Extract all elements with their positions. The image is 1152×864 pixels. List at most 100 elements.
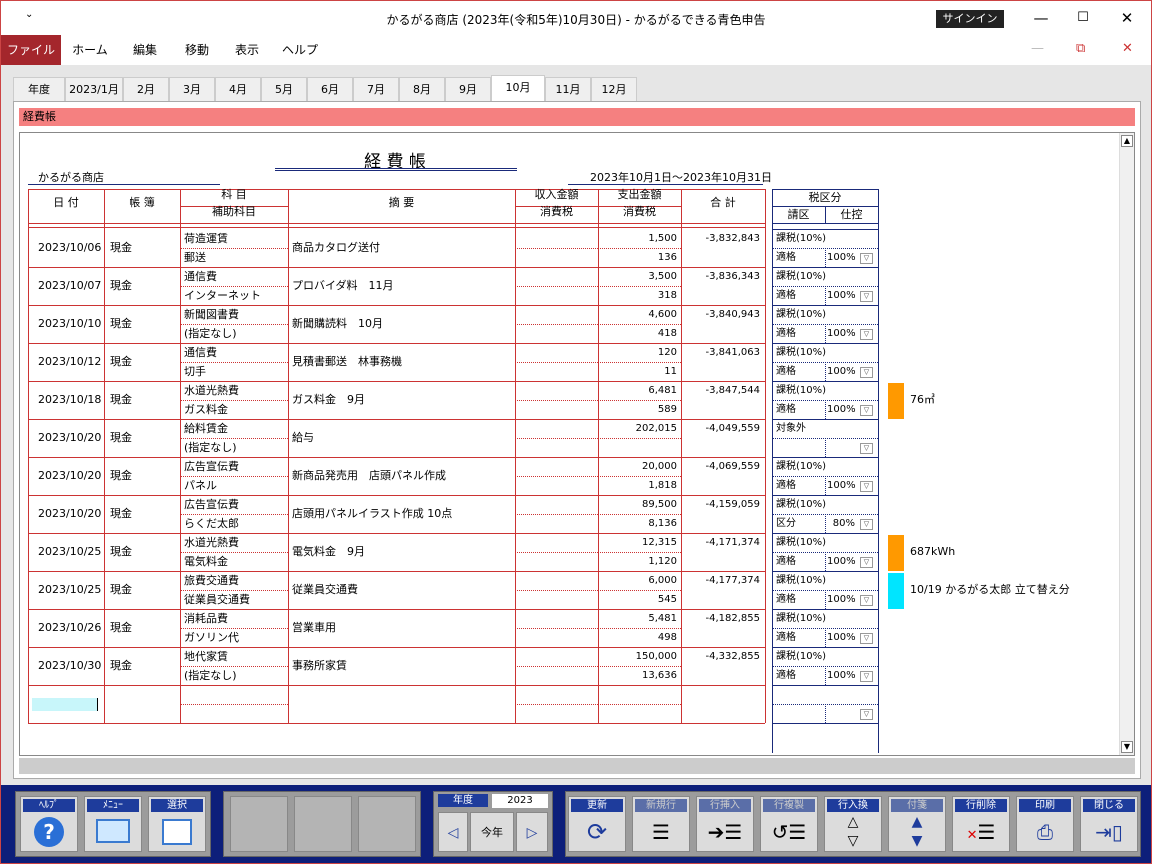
row-desc[interactable]: 電気料金 9月	[292, 545, 365, 559]
row-expense-tax[interactable]: 418	[600, 327, 677, 341]
row-book[interactable]: 現金	[110, 317, 132, 331]
delete-row-button[interactable]: 行削除 ✕☰	[952, 796, 1010, 852]
row-account[interactable]: 広告宣伝費	[184, 460, 239, 474]
maximize-icon[interactable]: ☐	[1063, 5, 1103, 31]
row-tax-cat[interactable]: 課税(10%)	[776, 384, 826, 398]
row-date[interactable]: 2023/10/20	[38, 469, 101, 483]
minimize-icon[interactable]: —	[1021, 5, 1061, 31]
row-expense[interactable]: 1,500	[600, 232, 677, 246]
menu-edit[interactable]: 編集	[123, 35, 167, 65]
row-date[interactable]: 2023/10/26	[38, 621, 101, 635]
dropdown-icon[interactable]: ▽	[860, 443, 873, 454]
row-expense-tax[interactable]: 136	[600, 251, 677, 265]
row-expense-tax[interactable]: 498	[600, 631, 677, 645]
row-tax-pct[interactable]: 100%	[827, 327, 856, 341]
row-tax-pct[interactable]: 100%	[827, 555, 856, 569]
row-expense-tax[interactable]: 318	[600, 289, 677, 303]
row-tax-cat[interactable]: 課税(10%)	[776, 650, 826, 664]
row-account[interactable]: 水道光熱費	[184, 536, 239, 550]
row-book[interactable]: 現金	[110, 279, 132, 293]
row-expense-tax[interactable]: 1,120	[600, 555, 677, 569]
row-sub-account[interactable]: 郵送	[184, 251, 206, 265]
note-marker[interactable]	[888, 573, 904, 609]
row-date[interactable]: 2023/10/30	[38, 659, 101, 673]
row-book[interactable]: 現金	[110, 355, 132, 369]
doc-minimize-icon[interactable]: —	[1031, 41, 1044, 56]
row-book[interactable]: 現金	[110, 621, 132, 635]
row-sub-account[interactable]: 電気料金	[184, 555, 228, 569]
row-book[interactable]: 現金	[110, 507, 132, 521]
row-expense[interactable]: 12,315	[600, 536, 677, 550]
row-account[interactable]: 消耗品費	[184, 612, 228, 626]
row-book[interactable]: 現金	[110, 659, 132, 673]
row-account[interactable]: 旅費交通費	[184, 574, 239, 588]
menu-button[interactable]: ﾒﾆｭｰ	[84, 796, 142, 852]
row-date[interactable]: 2023/10/20	[38, 507, 101, 521]
tab-3[interactable]: 3月	[169, 77, 215, 101]
row-tax-sales[interactable]: 適格	[776, 403, 796, 417]
row-tax-pct[interactable]: 100%	[827, 365, 856, 379]
row-desc[interactable]: 営業車用	[292, 621, 336, 635]
row-tax-cat[interactable]: 課税(10%)	[776, 460, 826, 474]
tab-8[interactable]: 8月	[399, 77, 445, 101]
row-sub-account[interactable]: インターネット	[184, 289, 261, 303]
new-row-button[interactable]: 新規行 ☰	[632, 796, 690, 852]
row-sub-account[interactable]: パネル	[184, 479, 217, 493]
row-account[interactable]: 新聞図書費	[184, 308, 239, 322]
tab-11[interactable]: 11月	[545, 77, 591, 101]
dropdown-icon[interactable]: ▽	[860, 253, 873, 264]
menu-home[interactable]: ホーム	[67, 35, 113, 65]
row-account[interactable]: 水道光熱費	[184, 384, 239, 398]
row-book[interactable]: 現金	[110, 241, 132, 255]
tab-9[interactable]: 9月	[445, 77, 491, 101]
row-tax-cat[interactable]: 課税(10%)	[776, 536, 826, 550]
dropdown-icon[interactable]: ▽	[860, 519, 873, 530]
doc-restore-icon[interactable]: ⧉	[1076, 41, 1085, 56]
row-tax-pct[interactable]: 100%	[827, 403, 856, 417]
row-tax-sales[interactable]: 適格	[776, 365, 796, 379]
row-expense-tax[interactable]: 589	[600, 403, 677, 417]
row-sub-account[interactable]: 従業員交通費	[184, 593, 250, 607]
close-icon[interactable]: ✕	[1107, 5, 1147, 31]
tab-4[interactable]: 4月	[215, 77, 261, 101]
dropdown-icon[interactable]: ▽	[860, 329, 873, 340]
row-tax-sales[interactable]: 適格	[776, 669, 796, 683]
row-tax-sales[interactable]: 適格	[776, 251, 796, 265]
row-date[interactable]: 2023/10/12	[38, 355, 101, 369]
dropdown-icon[interactable]: ▽	[860, 481, 873, 492]
row-book[interactable]: 現金	[110, 431, 132, 445]
row-desc[interactable]: 事務所家賃	[292, 659, 347, 673]
insert-row-button[interactable]: 行挿入 ➔☰	[696, 796, 754, 852]
row-book[interactable]: 現金	[110, 583, 132, 597]
update-button[interactable]: 更新 ⟳	[568, 796, 626, 852]
row-sub-account[interactable]: (指定なし)	[184, 441, 237, 455]
row-account[interactable]: 通信費	[184, 346, 217, 360]
row-tax-pct[interactable]: 100%	[827, 289, 856, 303]
row-expense[interactable]: 6,000	[600, 574, 677, 588]
print-button[interactable]: 印刷 ⎙	[1016, 796, 1074, 852]
row-account[interactable]: 通信費	[184, 270, 217, 284]
tab-1[interactable]: 2023/1月	[65, 77, 123, 101]
row-tax-pct[interactable]: 100%	[827, 593, 856, 607]
dropdown-icon[interactable]: ▽	[860, 291, 873, 302]
row-date[interactable]: 2023/10/25	[38, 545, 101, 559]
row-tax-sales[interactable]: 適格	[776, 327, 796, 341]
next-year-icon[interactable]: ▷	[516, 812, 548, 852]
vertical-scrollbar[interactable]: ▲ ▼	[1119, 133, 1134, 755]
row-date[interactable]: 2023/10/06	[38, 241, 101, 255]
copy-row-button[interactable]: 行複製 ↺☰	[760, 796, 818, 852]
scroll-down-icon[interactable]: ▼	[1121, 741, 1133, 753]
row-tax-sales[interactable]: 適格	[776, 631, 796, 645]
row-tax-pct[interactable]: 100%	[827, 479, 856, 493]
row-expense[interactable]: 89,500	[600, 498, 677, 512]
row-tax-cat[interactable]: 課税(10%)	[776, 612, 826, 626]
row-desc[interactable]: ガス料金 9月	[292, 393, 365, 407]
row-tax-sales[interactable]: 適格	[776, 555, 796, 569]
row-tax-sales[interactable]: 適格	[776, 289, 796, 303]
row-desc[interactable]: プロバイダ料 11月	[292, 279, 394, 293]
row-tax-pct[interactable]: 100%	[827, 669, 856, 683]
tab-10[interactable]: 10月	[491, 75, 545, 103]
close-button[interactable]: 閉じる ⇥▯	[1080, 796, 1138, 852]
row-expense-tax[interactable]: 11	[600, 365, 677, 379]
row-sub-account[interactable]: らくだ太郎	[184, 517, 239, 531]
